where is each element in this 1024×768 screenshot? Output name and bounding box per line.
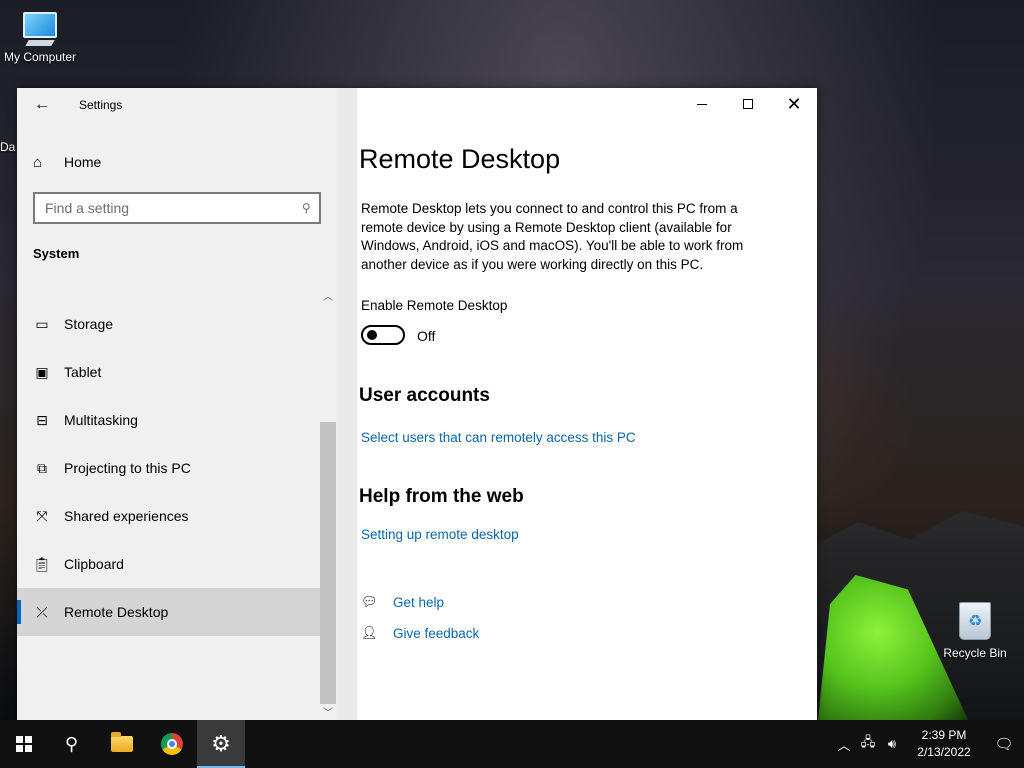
sidebar-item-clipboard[interactable]: 📋︎ Clipboard <box>17 540 320 588</box>
nav-home[interactable]: ⌂ Home <box>33 150 101 174</box>
sidebar-item-label: Remote Desktop <box>64 604 169 620</box>
nav-home-label: Home <box>64 154 102 170</box>
gear-icon: ⚙ <box>211 731 231 756</box>
get-help-icon: 💬︎ <box>361 594 378 609</box>
back-arrow-icon: ← <box>34 96 50 113</box>
sidebar-item-shared-experiences[interactable]: ⤧ Shared experiences <box>17 492 320 540</box>
settings-window: ← Settings ⌂ Home ⚲ System ▭ Storage ▣ T… <box>17 88 817 720</box>
chevron-up-icon[interactable]: ︿ <box>832 735 856 754</box>
partial-desktop-label: Da <box>0 140 16 154</box>
scroll-down-arrow-icon[interactable]: ﹀ <box>321 704 335 719</box>
app-title: Settings <box>79 98 123 112</box>
toggle-knob <box>367 330 377 340</box>
windows-logo-icon <box>16 736 32 752</box>
enable-remote-desktop-toggle[interactable] <box>361 325 405 345</box>
nav-list: ▭ Storage ▣ Tablet ⊟ Multitasking ⧉ Proj… <box>17 300 320 636</box>
clipboard-icon: 📋︎ <box>33 555 51 572</box>
window-caption-buttons: ✕ <box>679 88 817 120</box>
feedback-icon: 👤︎ <box>361 625 378 640</box>
nav-section-title: System <box>33 246 80 261</box>
setting-up-remote-desktop-link[interactable]: Setting up remote desktop <box>361 527 519 542</box>
minimize-button[interactable] <box>679 88 725 120</box>
sidebar-item-projecting[interactable]: ⧉ Projecting to this PC <box>17 444 320 492</box>
sidebar-item-remote-desktop[interactable]: ⤫ Remote Desktop <box>17 588 320 636</box>
tablet-icon: ▣ <box>35 363 49 380</box>
computer-icon <box>0 12 80 46</box>
toggle-state-label: Off <box>417 328 436 344</box>
help-from-web-heading: Help from the web <box>359 486 524 507</box>
home-icon: ⌂ <box>33 153 43 171</box>
sidebar-item-label: Projecting to this PC <box>64 460 191 476</box>
give-feedback-row: 👤︎ Give feedback <box>361 625 479 641</box>
sidebar-item-label: Shared experiences <box>64 508 189 524</box>
sidebar-item-storage[interactable]: ▭ Storage <box>17 300 320 348</box>
search-icon: ⚲ <box>65 733 79 754</box>
find-setting-search[interactable]: ⚲ <box>33 192 321 224</box>
notification-center-icon[interactable]: 🗨︎ <box>984 735 1024 753</box>
my-computer-desktop-icon[interactable]: My Computer <box>0 8 80 64</box>
clock[interactable]: 2:39 PM 2/13/2022 <box>908 727 980 761</box>
clock-date: 2/13/2022 <box>917 745 971 759</box>
projecting-icon: ⧉ <box>37 459 47 476</box>
get-help-link[interactable]: Get help <box>393 595 444 610</box>
network-icon[interactable]: 🖧︎ <box>856 733 880 755</box>
recycle-bin-label: Recycle Bin <box>943 646 1007 660</box>
system-tray: ︿ 🖧︎ 🔊︎ 2:39 PM 2/13/2022 🗨︎ <box>832 720 1024 768</box>
search-icon: ⚲ <box>302 201 311 215</box>
enable-remote-desktop-label: Enable Remote Desktop <box>361 298 508 313</box>
recycle-bin-desktop-icon[interactable]: Recycle Bin <box>935 602 1015 660</box>
sidebar-item-label: Tablet <box>64 364 102 380</box>
sidebar-item-label: Storage <box>64 316 114 332</box>
user-accounts-heading: User accounts <box>359 385 490 406</box>
multitasking-icon: ⊟ <box>36 411 48 428</box>
page-title: Remote Desktop <box>359 144 561 174</box>
nav-scrollbar-thumb[interactable] <box>320 422 336 704</box>
taskbar-search-button[interactable]: ⚲ <box>48 720 96 768</box>
clock-time: 2:39 PM <box>921 728 967 742</box>
sidebar-item-tablet[interactable]: ▣ Tablet <box>17 348 320 396</box>
my-computer-label: My Computer <box>3 50 77 64</box>
nav-gutter <box>337 88 357 720</box>
scroll-up-arrow-icon[interactable]: ︿ <box>321 288 335 303</box>
minimize-icon <box>697 103 707 105</box>
maximize-button[interactable] <box>725 88 771 120</box>
remote-desktop-description: Remote Desktop lets you connect to and c… <box>361 201 744 272</box>
navigation-pane: ← Settings ⌂ Home ⚲ System ▭ Storage ▣ T… <box>17 88 337 720</box>
maximize-icon <box>743 99 753 109</box>
remote-desktop-icon: ⤫ <box>36 603 48 620</box>
chrome-button[interactable] <box>148 720 196 768</box>
search-input[interactable] <box>45 200 303 216</box>
volume-icon[interactable]: 🔊︎ <box>880 736 904 752</box>
close-icon: ✕ <box>786 93 802 114</box>
sidebar-item-label: Multitasking <box>64 412 138 428</box>
shared-experiences-icon: ⤧ <box>36 507 48 524</box>
give-feedback-link[interactable]: Give feedback <box>393 626 479 641</box>
folder-icon <box>111 732 133 752</box>
storage-icon: ▭ <box>35 315 49 332</box>
chrome-icon <box>161 733 183 755</box>
sidebar-item-label: Clipboard <box>64 556 124 572</box>
select-users-link[interactable]: Select users that can remotely access th… <box>361 430 636 445</box>
sidebar-item-multitasking[interactable]: ⊟ Multitasking <box>17 396 320 444</box>
start-button[interactable] <box>0 720 48 768</box>
close-button[interactable]: ✕ <box>771 88 817 120</box>
taskbar: ⚲ ⚙ ︿ 🖧︎ 🔊︎ 2:39 PM 2/13/2022 🗨︎ <box>0 720 1024 768</box>
recycle-bin-icon <box>959 602 991 640</box>
file-explorer-button[interactable] <box>98 720 146 768</box>
settings-taskbar-button[interactable]: ⚙ <box>197 720 245 768</box>
back-button[interactable]: ← <box>31 94 53 116</box>
get-help-row: 💬︎ Get help <box>361 594 444 610</box>
